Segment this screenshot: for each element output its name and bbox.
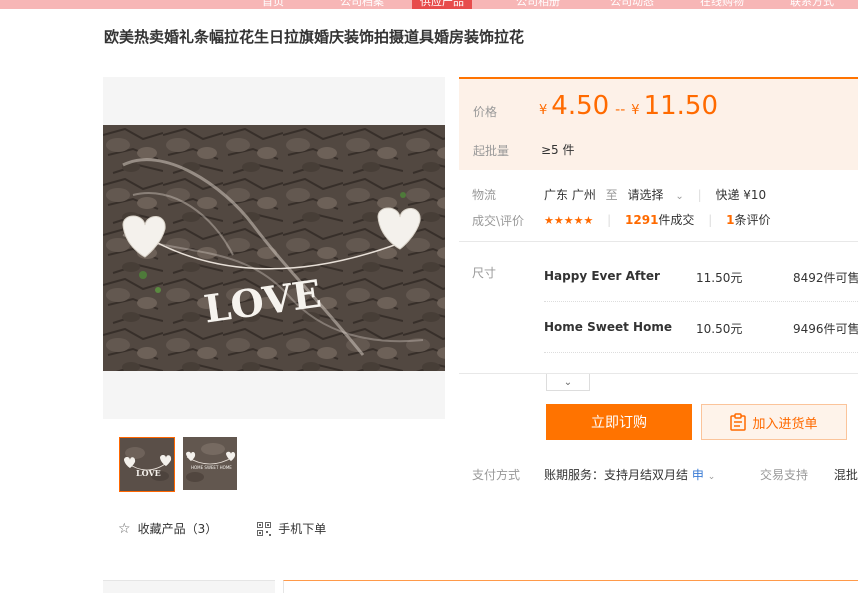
clipboard-icon [730, 413, 747, 431]
payment-service: 账期服务：支持月结双月结 [544, 468, 689, 482]
favorite-button[interactable]: ☆ 收藏产品（3） [118, 520, 217, 537]
price-max: 11.50 [643, 91, 718, 121]
sku-divider [544, 301, 858, 302]
price-panel: 价格 ¥ 4.50 -- ¥ 11.50 起批量 ≥5 件 [459, 77, 858, 170]
sku-divider [544, 352, 858, 353]
favorite-label: 收藏产品（3） [137, 522, 218, 536]
sku-label-row: 尺寸 [472, 264, 496, 281]
nav-tab-contact[interactable]: 联系方式 [790, 0, 834, 9]
currency-symbol-max: ¥ [631, 103, 640, 118]
payment-details: 账期服务：支持月结双月结 申 ⌄ [544, 466, 715, 483]
product-photo: LOVE [103, 125, 445, 371]
nav-tab-album[interactable]: 公司相册 [516, 0, 560, 9]
review-count: 1 [726, 213, 735, 227]
express-fee: 快递 ¥10 [715, 188, 767, 202]
sku-name-1[interactable]: Happy Ever After [544, 269, 660, 283]
add-to-cart-button[interactable]: 加入进货单 [701, 404, 847, 440]
price-min: 4.50 [551, 91, 610, 121]
price-separator: -- [615, 102, 626, 118]
trade-value: 混批 [833, 468, 858, 482]
sku-price-1: 11.50元 [696, 271, 743, 285]
ship-from: 广东 广州 [544, 188, 596, 202]
qr-code-icon [257, 521, 272, 536]
sku-stock-2: 9496件可售 [793, 322, 858, 336]
nav-tab-profile[interactable]: 公司档案 [340, 0, 384, 9]
deals-label: 成交\评价 [472, 214, 525, 228]
trade-support: 交易支持 混批 [760, 466, 858, 483]
mobile-order-label: 手机下单 [278, 522, 327, 536]
sku-price-2: 10.50元 [696, 322, 743, 336]
logistics-row: 物流 [472, 186, 496, 203]
deal-suffix: 件成交 [658, 213, 695, 227]
review-suffix: 条评价 [734, 213, 771, 227]
divider [459, 241, 858, 242]
gallery-actions: ☆ 收藏产品（3） 手机下单 [118, 520, 326, 537]
chevron-down-icon[interactable]: ⌄ [708, 472, 716, 482]
thumbnail-2[interactable]: HOME SWEET HOME [183, 437, 239, 492]
nav-tab-shop[interactable]: 在线购物 [700, 0, 744, 9]
chevron-down-icon: ⌄ [563, 376, 573, 388]
deal-count-link[interactable]: 1291件成交 [625, 213, 694, 227]
buy-now-button[interactable]: 立即订购 [546, 404, 692, 440]
sku-stock-1: 8492件可售 [793, 271, 858, 285]
sku-name-2[interactable]: Home Sweet Home [544, 320, 672, 334]
trade-label: 交易支持 [760, 468, 809, 482]
payment-row: 支付方式 [472, 466, 520, 483]
moq-label: 起批量 [473, 144, 510, 158]
thumbnail-1[interactable]: LOVE [119, 437, 175, 492]
price-label: 价格 [473, 105, 498, 119]
review-count-link[interactable]: 1条评价 [726, 213, 770, 227]
moq-value: ≥5 件 [541, 143, 575, 157]
chevron-down-icon[interactable]: ⌄ [675, 191, 683, 202]
product-title: 欧美热卖婚礼条幅拉花生日拉旗婚庆装饰拍摄道具婚房装饰拉花 [104, 28, 525, 46]
deals-row: 成交\评价 [472, 212, 524, 229]
logistics-label: 物流 [472, 188, 497, 202]
destination-select[interactable]: 请选择 [628, 188, 664, 202]
deals-details: ★★★★★ | 1291件成交 | 1条评价 [544, 213, 771, 227]
nav-tab-home[interactable]: 首页 [262, 0, 284, 9]
logistics-details: 广东 广州 至 请选择 ⌄ | 快递 ¥10 [544, 188, 767, 202]
sku-label: 尺寸 [472, 266, 497, 280]
divider [459, 373, 858, 374]
add-to-cart-label: 加入进货单 [752, 416, 818, 432]
top-navigation: 首页 公司档案 供应产品 公司相册 公司动态 在线购物 联系方式 [0, 0, 858, 9]
bottom-side-panel [103, 580, 275, 593]
expand-sku-button[interactable]: ⌄ [546, 374, 590, 391]
star-outline-icon: ☆ [118, 520, 131, 537]
main-product-image[interactable]: LOVE [103, 77, 445, 419]
svg-text:LOVE: LOVE [136, 468, 161, 478]
mobile-order-button[interactable]: 手机下单 [257, 520, 326, 537]
bottom-detail-tabs [283, 580, 858, 593]
nav-tab-news[interactable]: 公司动态 [610, 0, 654, 9]
payment-label: 支付方式 [472, 468, 521, 482]
ship-to-word: 至 [605, 188, 618, 202]
apply-link[interactable]: 申 [692, 468, 704, 482]
nav-tab-products[interactable]: 供应产品 [412, 0, 472, 9]
deal-count: 1291 [625, 213, 659, 227]
svg-text:HOME SWEET HOME: HOME SWEET HOME [191, 465, 232, 470]
currency-symbol-min: ¥ [539, 103, 548, 118]
price-range: ¥ 4.50 -- ¥ 11.50 [539, 91, 718, 121]
rating-stars-icon: ★★★★★ [544, 214, 594, 227]
